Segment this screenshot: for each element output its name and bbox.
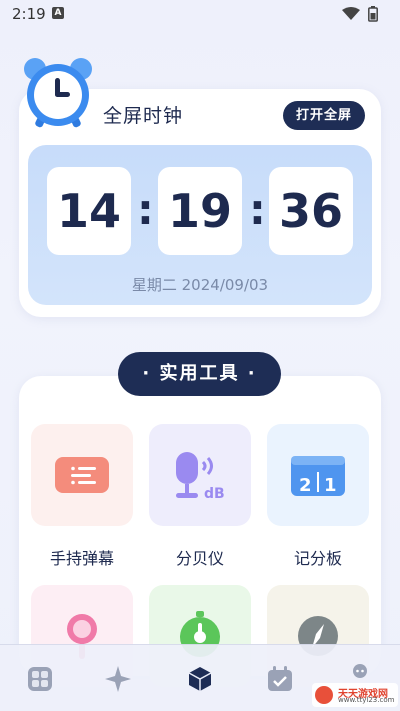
wifi-icon	[342, 7, 360, 20]
seconds-digit: 36	[269, 167, 353, 255]
tool-barrage[interactable]	[31, 424, 133, 526]
status-bar: 2:19 A	[0, 0, 400, 28]
open-fullscreen-button[interactable]: 打开全屏	[283, 101, 365, 130]
calendar-check-icon[interactable]	[266, 665, 294, 693]
cube-icon[interactable]	[186, 665, 214, 693]
status-time: 2:19	[12, 5, 46, 23]
svg-text:dB: dB	[204, 486, 225, 502]
alarm-clock-icon	[24, 58, 92, 128]
date-display: 星期二 2024/09/03	[131, 276, 269, 294]
tool-decibel[interactable]: dB	[149, 424, 251, 526]
tool-scoreboard[interactable]: 2 1	[267, 424, 369, 526]
clock-title: 全屏时钟	[103, 105, 184, 127]
tool-label: 手持弹幕	[49, 549, 114, 568]
battery-icon	[368, 6, 378, 22]
tool-label: 记分板	[293, 549, 342, 568]
decibel-mic-icon: dB	[176, 452, 225, 502]
notification-a-icon: A	[52, 7, 64, 19]
tool-label: 分贝仪	[175, 549, 224, 568]
svg-text:1: 1	[324, 475, 337, 496]
hours-digit: 14	[47, 167, 131, 255]
tools-section-title: · 实用工具 ·	[118, 352, 281, 396]
barrage-icon	[55, 457, 109, 493]
scoreboard-icon: 2 1	[291, 456, 345, 496]
svg-text:2: 2	[299, 475, 312, 496]
colon-separator: :	[137, 185, 154, 234]
watermark-url: www.ttyl23.com	[338, 696, 395, 704]
watermark-logo-icon	[315, 686, 333, 704]
grid-apps-icon[interactable]	[26, 665, 54, 693]
sparkle-diamond-icon[interactable]	[104, 665, 132, 693]
site-watermark: 天天游戏网 www.ttyl23.com	[312, 683, 398, 707]
minutes-digit: 19	[158, 167, 242, 255]
colon-separator: :	[249, 185, 266, 234]
